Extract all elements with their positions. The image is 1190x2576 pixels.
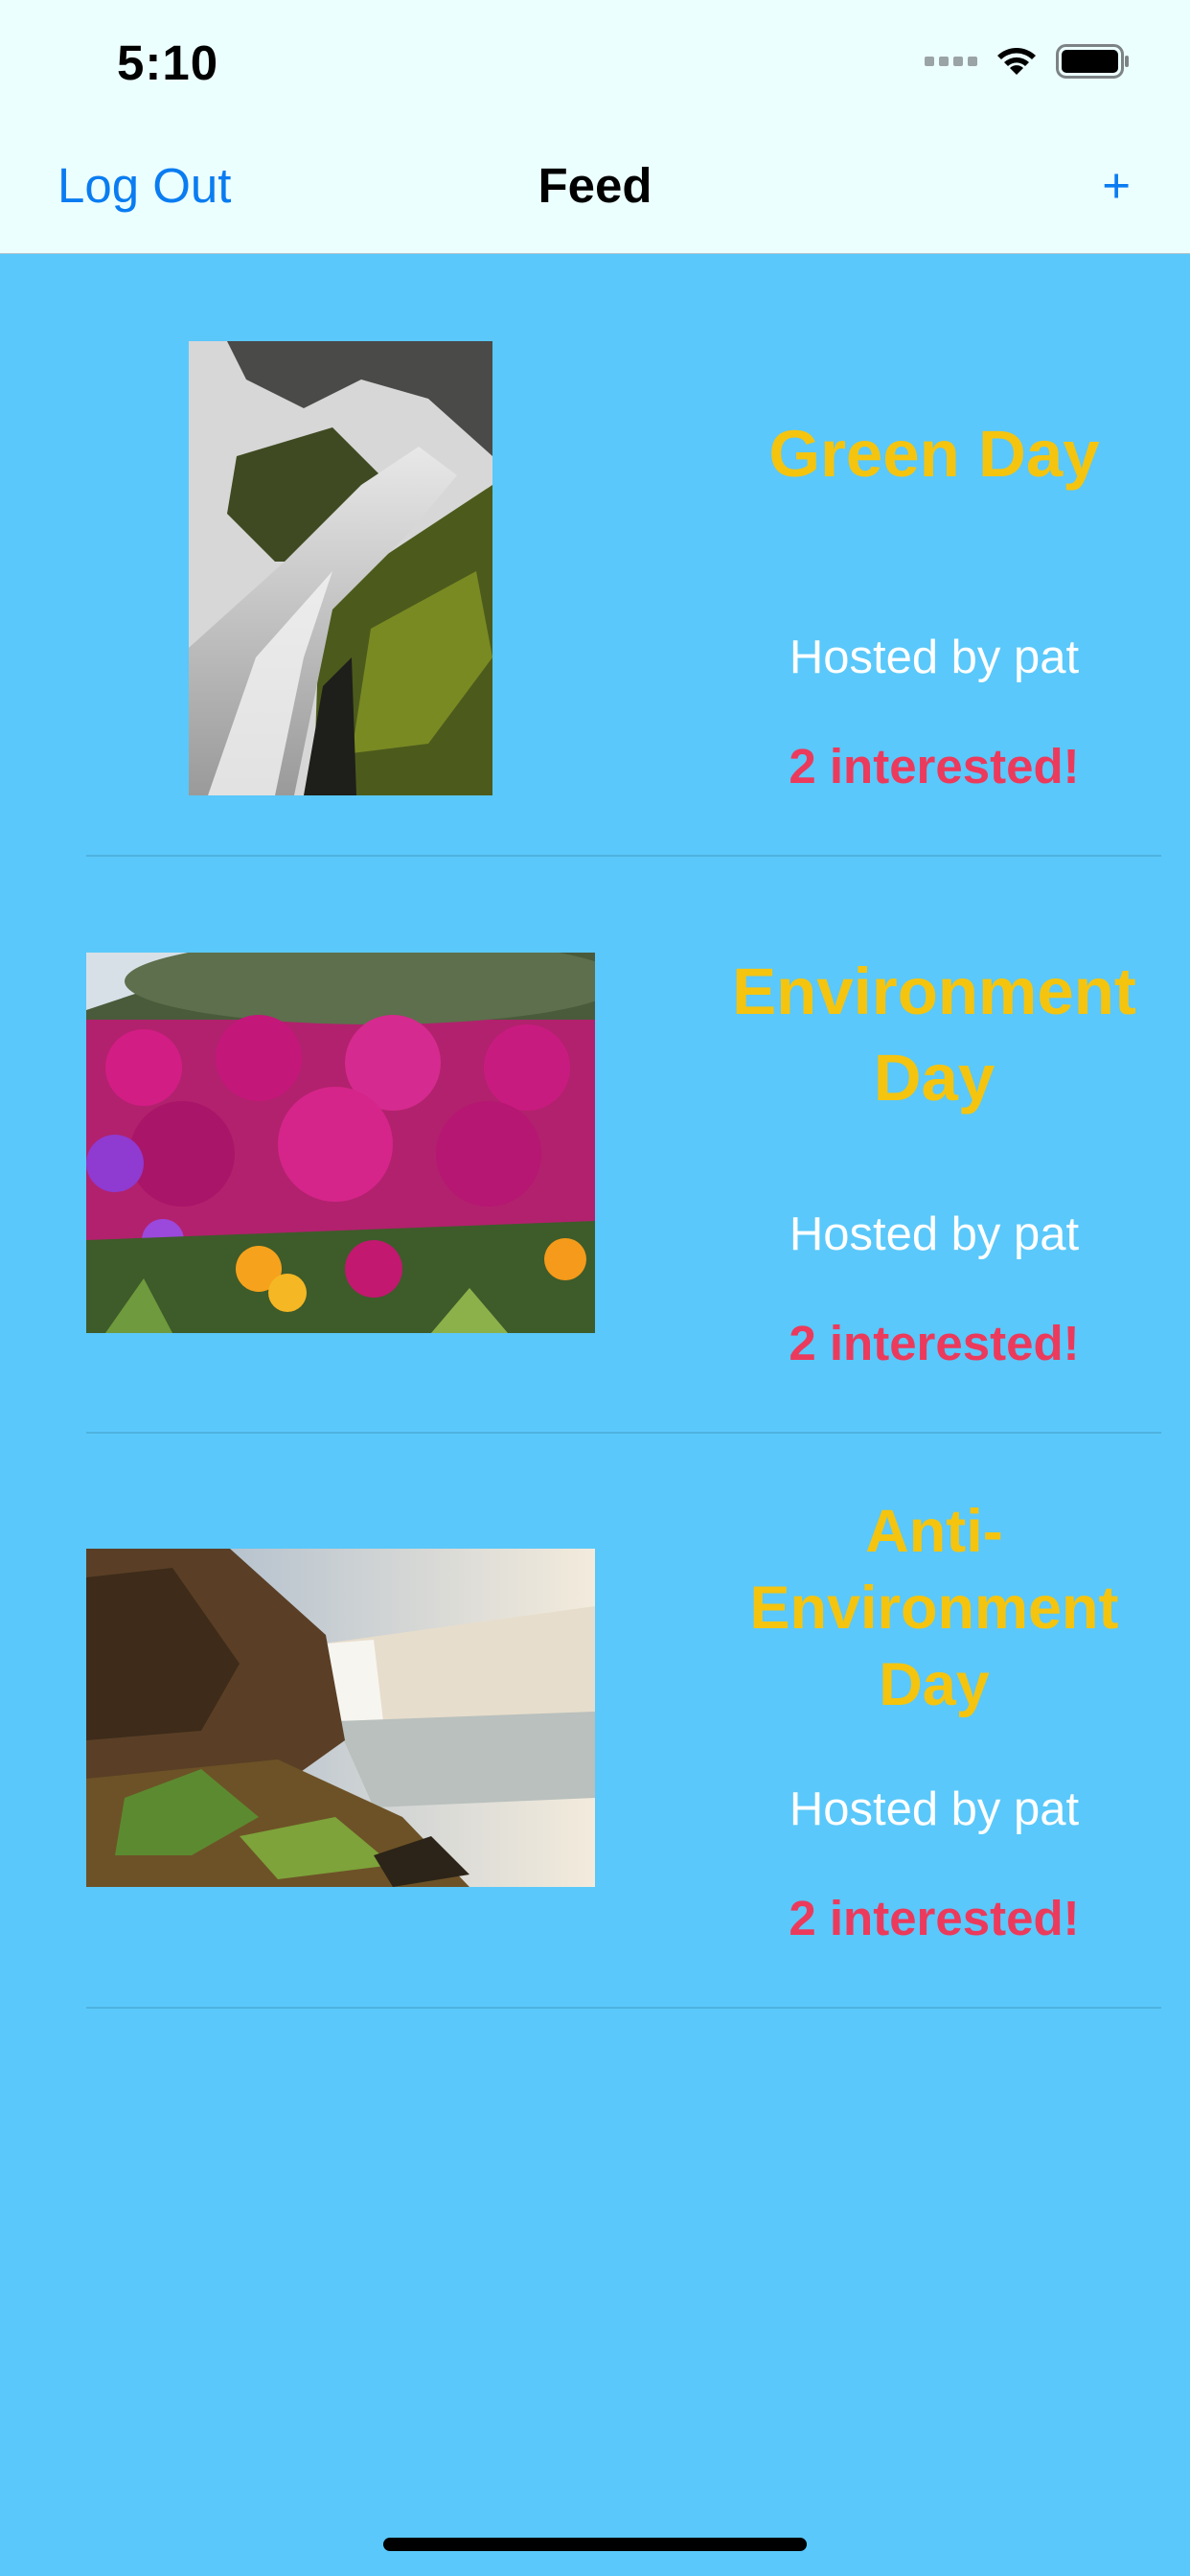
event-interested-count: 2 interested! — [789, 739, 1080, 794]
home-indicator[interactable] — [383, 2538, 807, 2551]
event-interested-count: 2 interested! — [789, 1891, 1080, 1945]
event-interested-count: 2 interested! — [789, 1316, 1080, 1370]
feed-row-green-day[interactable]: Green Day Hosted by pat 2 interested! — [86, 280, 1161, 857]
add-event-button[interactable]: + — [1102, 157, 1131, 214]
cellular-signal-icon — [925, 57, 977, 66]
event-info: Environment Day Hosted by pat 2 interest… — [623, 857, 1190, 1432]
feed-row-environment-day[interactable]: Environment Day Hosted by pat 2 interest… — [86, 857, 1161, 1434]
battery-icon — [1056, 44, 1131, 79]
waterfall-cliff-image — [86, 1549, 595, 1887]
feed-row-anti-environment-day[interactable]: Anti- Environment Day Hosted by pat 2 in… — [86, 1432, 1161, 2009]
event-title: Environment Day — [732, 954, 1136, 1115]
log-out-button[interactable]: Log Out — [57, 157, 231, 214]
status-icons — [925, 42, 1131, 80]
event-title: Anti- Environment Day — [749, 1498, 1119, 1718]
event-host: Hosted by pat — [789, 1208, 1080, 1260]
event-info: Anti- Environment Day Hosted by pat 2 in… — [623, 1432, 1190, 2007]
event-host: Hosted by pat — [789, 632, 1080, 683]
navigation-bar: 5:10 Log Out Feed + — [0, 0, 1190, 254]
wifi-icon — [995, 45, 1039, 78]
event-title: Green Day — [768, 417, 1100, 491]
status-time: 5:10 — [117, 35, 219, 90]
event-info: Green Day Hosted by pat 2 interested! — [623, 280, 1190, 855]
event-host: Hosted by pat — [789, 1783, 1080, 1835]
waterfall-rocks-image — [189, 341, 492, 795]
flowers-image — [86, 953, 595, 1333]
